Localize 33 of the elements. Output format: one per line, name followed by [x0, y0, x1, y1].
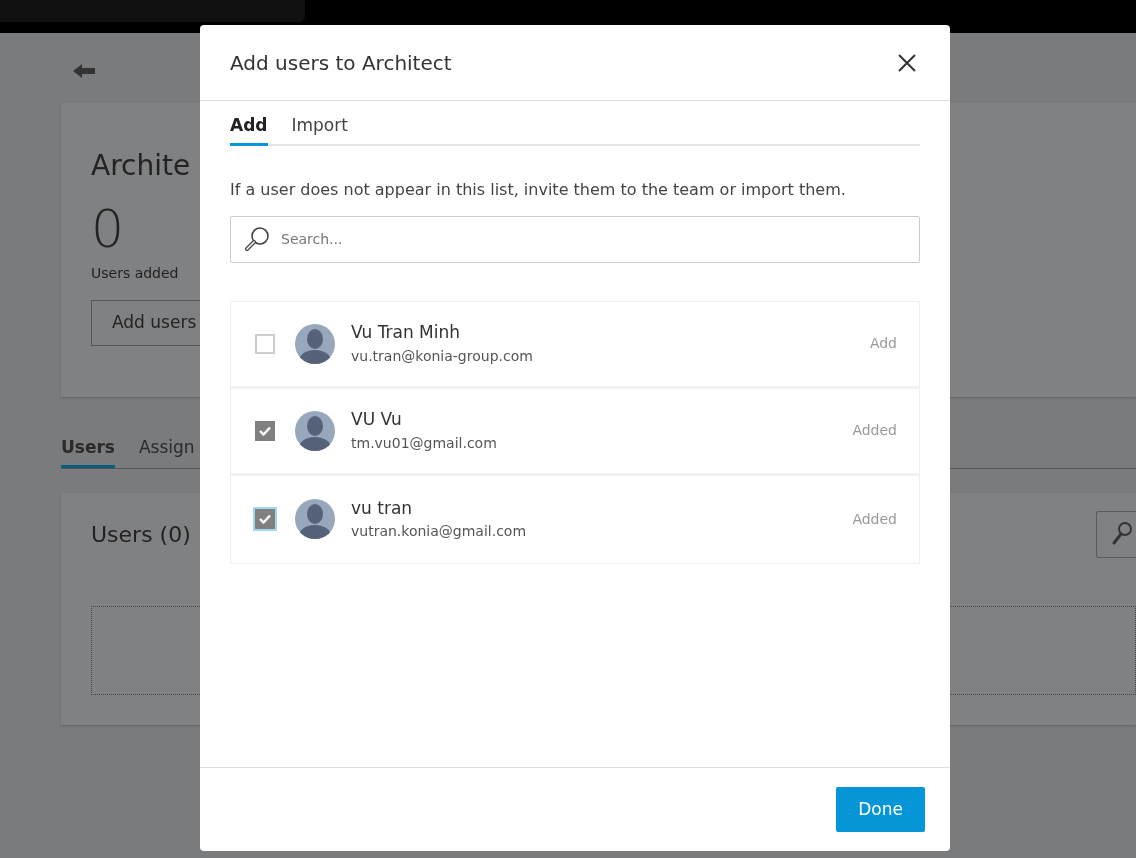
avatar-icon — [295, 410, 335, 451]
users-count: 0 — [91, 203, 125, 255]
search-icon — [1110, 521, 1133, 547]
search-button[interactable] — [1096, 510, 1136, 558]
avatar-icon — [295, 499, 335, 539]
dialog-tab[interactable]: Add — [230, 113, 268, 146]
user-row[interactable]: vu tran vutran.konia@gmail.com Added — [231, 475, 919, 563]
checkbox[interactable] — [255, 420, 275, 441]
users-heading: Users (0) — [91, 520, 191, 549]
user-email: vutran.konia@gmail.com — [351, 522, 528, 542]
search-field[interactable]: Search... — [230, 215, 920, 263]
user-name: vu tran — [351, 496, 414, 520]
user-row[interactable]: VU Vu tm.vu01@gmail.com Added — [231, 388, 919, 476]
dialog-title: Add users to Architect — [230, 49, 452, 77]
back-arrow-icon[interactable] — [73, 63, 95, 79]
user-email: vu.tran@konia-group.com — [351, 346, 534, 366]
dialog-tab[interactable]: Import — [291, 113, 348, 146]
user-name: VU Vu — [351, 408, 403, 432]
dialog-description: If a user does not appear in this list, invite them to the team or import them. — [230, 178, 847, 201]
user-row[interactable]: Vu Tran Minh vu.tran@konia-group.com Add — [231, 301, 919, 389]
users-added-label: Users added — [91, 264, 179, 283]
avatar-icon — [295, 323, 335, 364]
close-icon — [898, 54, 916, 72]
project-title: Archite — [91, 148, 191, 184]
user-name: Vu Tran Minh — [351, 321, 462, 345]
checkmark-icon — [259, 425, 271, 436]
checkbox[interactable] — [255, 333, 275, 354]
user-status: Added — [852, 509, 897, 529]
user-status: Added — [852, 421, 897, 440]
user-email: tm.vu01@gmail.com — [351, 433, 498, 453]
user-status: Add — [869, 334, 897, 353]
checkmark-icon — [259, 514, 271, 524]
search-icon — [244, 225, 270, 252]
